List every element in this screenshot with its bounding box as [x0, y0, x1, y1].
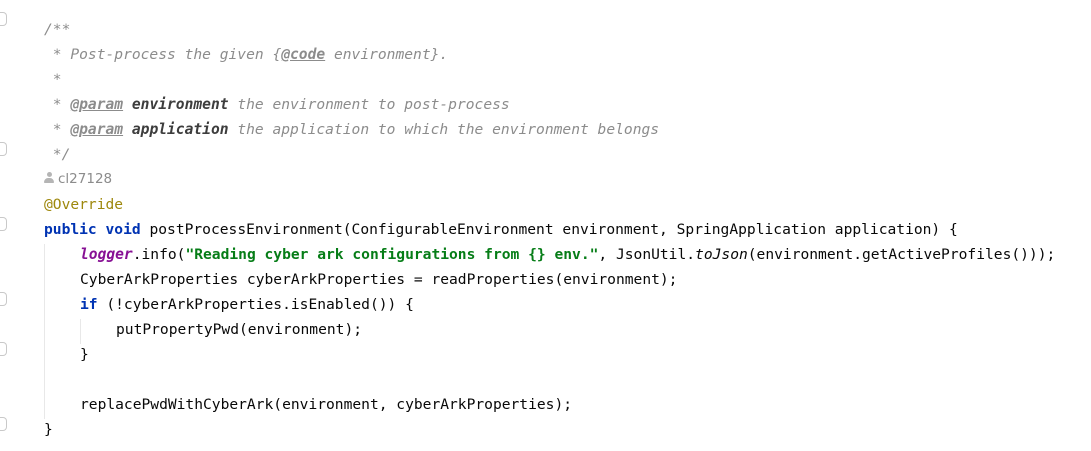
- javadoc-line: * Post-process the given {@code environm…: [44, 46, 449, 63]
- indent-guide: [80, 319, 81, 344]
- replace-pwd-line: replacePwdWithCyberArk(environment, cybe…: [80, 396, 573, 413]
- fold-marker-icon[interactable]: [0, 12, 7, 26]
- fold-marker-icon[interactable]: [0, 342, 7, 356]
- indent-guide: [44, 244, 45, 419]
- javadoc-close: */: [44, 146, 71, 163]
- if-line: if (!cyberArkProperties.isEnabled()) {: [80, 296, 414, 313]
- override-annotation: @Override: [44, 196, 124, 213]
- person-icon: [44, 172, 54, 184]
- javadoc-param-tag: @param: [70, 96, 124, 113]
- author-name: cl27128: [58, 171, 113, 187]
- javadoc-param-name: environment: [131, 96, 229, 113]
- fold-marker-icon[interactable]: [0, 217, 7, 231]
- javadoc-param-tag: @param: [70, 121, 124, 138]
- logger-line: logger.info("Reading cyber ark configura…: [80, 246, 1056, 263]
- javadoc-open: /**: [44, 21, 71, 38]
- if-close-brace: }: [80, 346, 89, 363]
- method-signature: public void postProcessEnvironment(Confi…: [44, 221, 958, 238]
- javadoc-blank: *: [44, 71, 62, 88]
- javadoc-param-application: * @param application the application to …: [44, 121, 660, 138]
- method-close-brace: }: [44, 421, 53, 438]
- javadoc-param-name: application: [131, 121, 229, 138]
- author-inlay-hint[interactable]: cl27128: [44, 169, 112, 189]
- put-property-line: putPropertyPwd(environment);: [116, 321, 363, 338]
- fold-marker-icon[interactable]: [0, 417, 7, 431]
- fold-marker-icon[interactable]: [0, 292, 7, 306]
- javadoc-code-tag: @code: [281, 46, 326, 63]
- read-properties-line: CyberArkProperties cyberArkProperties = …: [80, 271, 678, 288]
- javadoc-param-environment: * @param environment the environment to …: [44, 96, 510, 113]
- fold-marker-icon[interactable]: [0, 142, 7, 156]
